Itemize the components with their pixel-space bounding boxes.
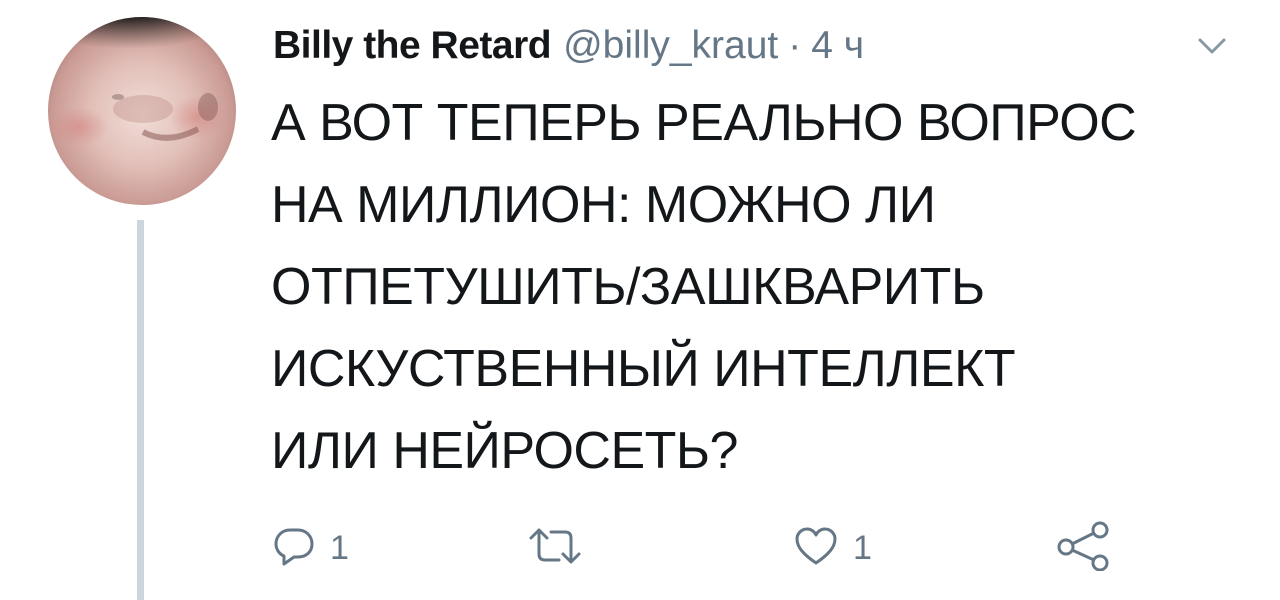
reply-icon — [272, 524, 316, 573]
reply-button[interactable]: 1 — [272, 518, 349, 578]
tweet-actions: 1 1 — [0, 518, 1280, 578]
chevron-down-icon[interactable] — [1192, 30, 1232, 60]
tweet-text-line: А ВОТ ТЕПЕРЬ РЕАЛЬНО ВОПРОС — [271, 94, 1137, 152]
handle[interactable]: @billy_kraut — [563, 24, 778, 68]
like-button[interactable]: 1 — [793, 518, 872, 578]
like-count: 1 — [853, 528, 872, 567]
share-icon — [1056, 521, 1112, 576]
tweet-text: А ВОТ ТЕПЕРЬ РЕАЛЬНО ВОПРОС НА МИЛЛИОН: … — [271, 82, 1261, 492]
reply-count: 1 — [330, 528, 349, 567]
avatar[interactable] — [48, 17, 236, 205]
tweet-text-line: ИСКУСТВЕННЫЙ ИНТЕЛЛЕКТ — [271, 340, 1016, 398]
tweet-header: Billy the Retard @billy_kraut · 4 ч — [273, 18, 864, 74]
tweet-text-line: НА МИЛЛИОН: МОЖНО ЛИ — [271, 176, 936, 234]
tweet-text-line: ИЛИ НЕЙРОСЕТЬ? — [271, 422, 738, 480]
tweet: Billy the Retard @billy_kraut · 4 ч А ВО… — [0, 0, 1280, 600]
heart-icon — [793, 524, 839, 573]
share-button[interactable] — [1056, 518, 1112, 578]
retweet-icon — [527, 524, 583, 573]
display-name[interactable]: Billy the Retard — [273, 24, 552, 68]
tweet-text-line: ОТПЕТУШИТЬ/ЗАШКВАРИТЬ — [271, 258, 985, 316]
retweet-button[interactable] — [527, 518, 597, 578]
separator-dot: · — [788, 24, 802, 67]
timestamp[interactable]: 4 ч — [811, 24, 864, 68]
